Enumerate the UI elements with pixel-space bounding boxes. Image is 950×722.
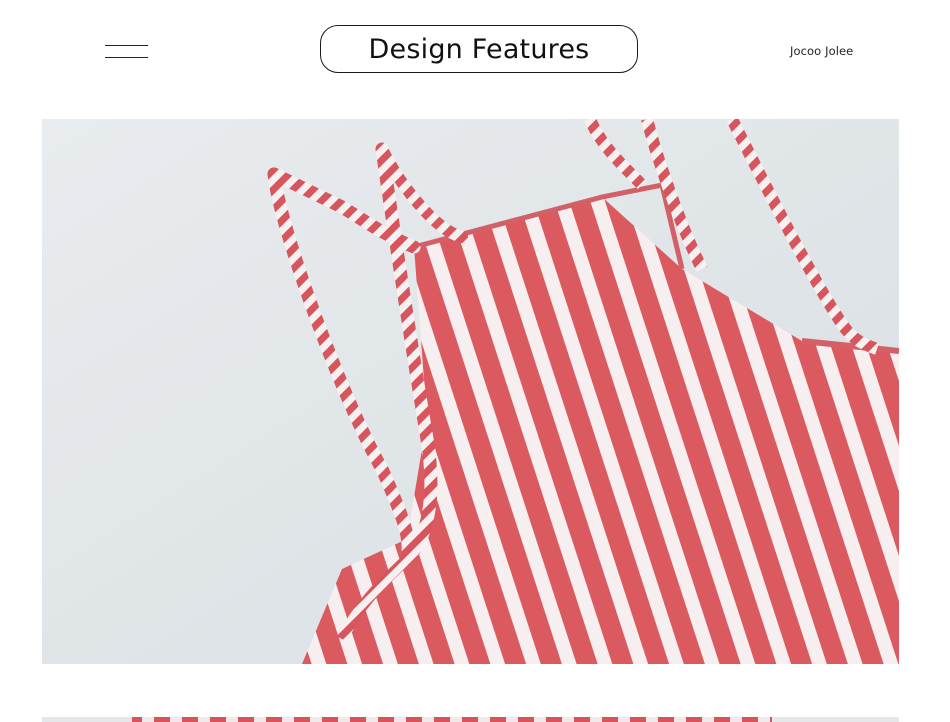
menu-icon[interactable] <box>105 45 148 59</box>
menu-line-bottom <box>105 57 148 58</box>
section-title-pill: Design Features <box>320 25 638 73</box>
menu-line-top <box>105 45 148 46</box>
product-detail-photo-2 <box>42 712 899 722</box>
section-title: Design Features <box>368 33 590 65</box>
brand-name: Jocoo Jolee <box>790 44 854 58</box>
product-detail-photo <box>42 119 899 664</box>
